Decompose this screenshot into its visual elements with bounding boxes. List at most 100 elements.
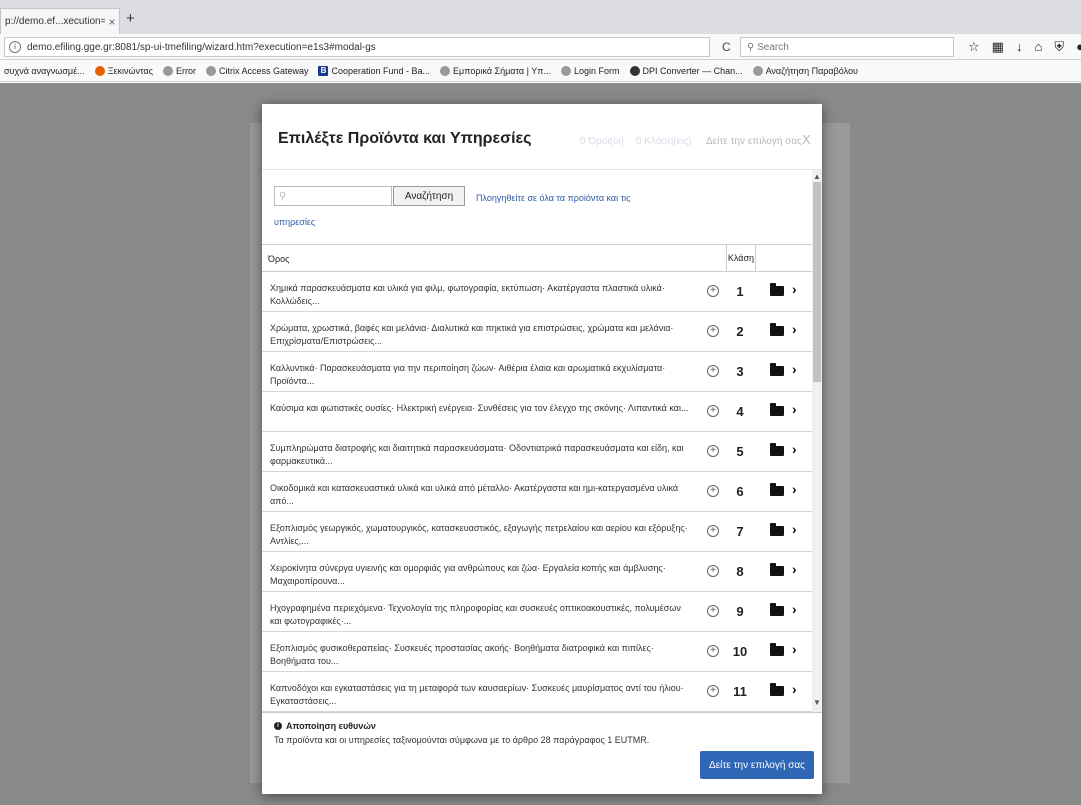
url-bar[interactable]: i demo.efiling.gge.gr:8081/sp-ui-tmefili…: [4, 37, 710, 57]
add-term-icon[interactable]: +: [707, 285, 719, 297]
search-button[interactable]: Αναζήτηση: [393, 186, 465, 206]
scroll-down-icon[interactable]: ▼: [812, 698, 822, 707]
chevron-right-icon[interactable]: ›: [792, 281, 797, 297]
bookmark-item[interactable]: Citrix Access Gateway: [205, 65, 308, 76]
chevron-right-icon[interactable]: ›: [792, 481, 797, 497]
chevron-right-icon[interactable]: ›: [792, 321, 797, 337]
column-header-class: Κλάση: [726, 245, 756, 272]
view-selection-link[interactable]: Δείτε την επιλογή σας: [706, 136, 802, 147]
home-icon[interactable]: ⌂: [1034, 39, 1042, 55]
b-logo-icon: B: [318, 65, 329, 76]
scroll-up-icon[interactable]: ▲: [812, 172, 822, 181]
folder-icon[interactable]: [770, 323, 784, 336]
class-number: 7: [736, 524, 744, 539]
shield-icon[interactable]: ⛨: [1054, 39, 1064, 55]
class-number: 4: [736, 404, 744, 419]
scrollbar[interactable]: ▲ ▼: [812, 170, 822, 712]
bookmark-item[interactable]: συχνά αναγνωσμέ...: [4, 66, 85, 76]
class-number: 8: [736, 564, 744, 579]
folder-icon[interactable]: [770, 443, 784, 456]
bookmark-item[interactable]: B Cooperation Fund - Ba...: [318, 65, 430, 76]
toolbar-icons: ☆ ▦ ↓ ⌂ ⛨ ●: [968, 39, 1081, 55]
term-text: Οικοδομικά και κατασκευαστικά υλικά και …: [270, 483, 679, 506]
browser-tab[interactable]: p://demo.ef...xecution=e1s3 ×: [0, 8, 120, 34]
folder-icon[interactable]: [770, 683, 784, 696]
download-icon[interactable]: ↓: [1016, 39, 1023, 55]
class-number: 3: [736, 364, 744, 379]
view-selection-button[interactable]: Δείτε την επιλογή σας: [700, 751, 814, 779]
table-row[interactable]: Εξοπλισμός φυσικοθεραπείας· Συσκευές προ…: [262, 632, 812, 672]
table-row[interactable]: Καπνοδόχοι και εγκαταστάσεις για τη μετα…: [262, 672, 812, 712]
chevron-right-icon[interactable]: ›: [792, 561, 797, 577]
info-icon: i: [274, 722, 282, 730]
chevron-right-icon[interactable]: ›: [792, 681, 797, 697]
class-number: 10: [732, 644, 748, 659]
modal-footer: i Αποποίηση ευθυνών Τα προϊόντα και οι υ…: [262, 712, 822, 794]
add-term-icon[interactable]: +: [707, 685, 719, 697]
chevron-right-icon[interactable]: ›: [792, 641, 797, 657]
folder-icon[interactable]: [770, 363, 784, 376]
disclaimer-text: Τα προϊόντα και οι υπηρεσίες ταξινομούντ…: [274, 735, 650, 745]
browser-nav-bar: i demo.efiling.gge.gr:8081/sp-ui-tmefili…: [0, 34, 1081, 60]
table-row[interactable]: Ηχογραφημένα περιεχόμενα· Τεχνολογία της…: [262, 592, 812, 632]
reading-list-icon[interactable]: ▦: [992, 39, 1004, 55]
extension-icon[interactable]: ●: [1076, 39, 1081, 55]
tab-close-icon[interactable]: ×: [105, 15, 119, 29]
add-term-icon[interactable]: +: [707, 605, 719, 617]
folder-icon[interactable]: [770, 283, 784, 296]
browser-search-input[interactable]: ⚲ Search: [740, 37, 954, 57]
add-term-icon[interactable]: +: [707, 445, 719, 457]
table-row[interactable]: Συμπληρώματα διατροφής και διαιτητικά πα…: [262, 432, 812, 472]
bookmark-item[interactable]: Αναζήτηση Παραβόλου: [752, 65, 858, 76]
class-number: 11: [733, 684, 747, 699]
new-tab-button[interactable]: +: [126, 10, 135, 27]
scroll-thumb[interactable]: [813, 182, 821, 382]
add-term-icon[interactable]: +: [707, 525, 719, 537]
table-row[interactable]: Οικοδομικά και κατασκευαστικά υλικά και …: [262, 472, 812, 512]
add-term-icon[interactable]: +: [707, 325, 719, 337]
table-row[interactable]: Χειροκίνητα σύνεργα υγιεινής και ομορφιά…: [262, 552, 812, 592]
add-term-icon[interactable]: +: [707, 365, 719, 377]
folder-icon[interactable]: [770, 563, 784, 576]
table-row[interactable]: Χρώματα, χρωστικά, βαφές και μελάνια· Δι…: [262, 312, 812, 352]
modal-title: Επιλέξτε Προϊόντα και Υπηρεσίες: [278, 130, 532, 147]
table-row[interactable]: Εξοπλισμός γεωργικός, χωματουργικός, κατ…: [262, 512, 812, 552]
bookmark-star-icon[interactable]: ☆: [968, 39, 980, 55]
bookmark-item[interactable]: Ξεκινώντας: [94, 65, 153, 76]
firefox-icon: [94, 65, 105, 76]
chevron-right-icon[interactable]: ›: [792, 361, 797, 377]
add-term-icon[interactable]: +: [707, 405, 719, 417]
disclaimer-title: i Αποποίηση ευθυνών: [274, 721, 376, 731]
column-header-term: Όρος: [268, 254, 290, 264]
reload-icon[interactable]: C: [722, 40, 731, 54]
bookmark-item[interactable]: Εμπορικά Σήματα | Υπ...: [440, 65, 551, 76]
folder-icon[interactable]: [770, 643, 784, 656]
chevron-right-icon[interactable]: ›: [792, 441, 797, 457]
bookmark-item[interactable]: Login Form: [561, 65, 620, 76]
chevron-right-icon[interactable]: ›: [792, 521, 797, 537]
chevron-right-icon[interactable]: ›: [792, 601, 797, 617]
info-icon[interactable]: i: [9, 41, 21, 53]
bookmark-item[interactable]: Error: [162, 65, 196, 76]
bookmark-item[interactable]: DPI Converter — Chan...: [629, 65, 743, 76]
add-term-icon[interactable]: +: [707, 565, 719, 577]
table-row[interactable]: Καλλυντικά· Παρασκευάσματα για την περιπ…: [262, 352, 812, 392]
term-text: Καπνοδόχοι και εγκαταστάσεις για τη μετα…: [270, 683, 684, 706]
add-term-icon[interactable]: +: [707, 485, 719, 497]
table-row[interactable]: Χημικά παρασκευάσματα και υλικά για φιλμ…: [262, 272, 812, 312]
close-icon[interactable]: X: [802, 132, 811, 147]
add-term-icon[interactable]: +: [707, 645, 719, 657]
folder-icon[interactable]: [770, 603, 784, 616]
term-text: Συμπληρώματα διατροφής και διαιτητικά πα…: [270, 443, 684, 466]
search-row: Πλοηγηθείτε σε όλα τα προϊόντα και τις υ…: [274, 186, 804, 230]
table-row[interactable]: Καύσιμα και φωτιστικές ουσίες· Ηλεκτρική…: [262, 392, 812, 432]
folder-icon[interactable]: [770, 403, 784, 416]
globe-icon: [561, 65, 572, 76]
class-number: 1: [736, 284, 744, 299]
term-text: Χρώματα, χρωστικά, βαφές και μελάνια· Δι…: [270, 323, 674, 346]
folder-icon[interactable]: [770, 483, 784, 496]
folder-icon[interactable]: [770, 523, 784, 536]
chevron-right-icon[interactable]: ›: [792, 401, 797, 417]
term-search-input[interactable]: ⚲: [274, 186, 392, 206]
term-text: Εξοπλισμός φυσικοθεραπείας· Συσκευές προ…: [270, 643, 654, 666]
